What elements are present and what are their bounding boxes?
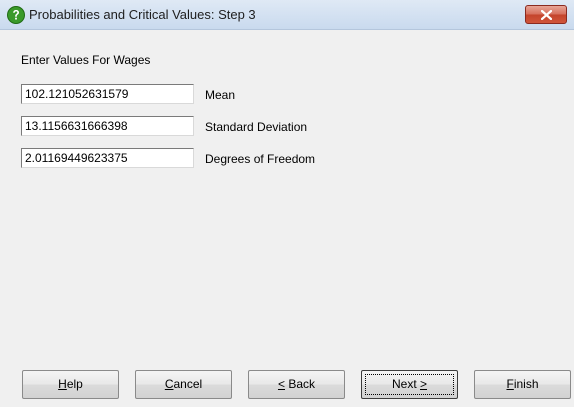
window-title: Probabilities and Critical Values: Step …	[29, 7, 256, 22]
instruction-heading: Enter Values For Wages	[21, 53, 151, 67]
close-icon	[541, 10, 552, 20]
cancel-button[interactable]: Cancel	[135, 370, 232, 399]
close-button[interactable]	[525, 5, 567, 24]
standard-deviation-field[interactable]	[21, 116, 194, 136]
next-button-label: Next >	[391, 377, 428, 391]
mean-label: Mean	[205, 88, 236, 102]
back-button-label: < Back	[277, 377, 316, 391]
help-button[interactable]: Help	[22, 370, 119, 399]
dialog-content: Enter Values For Wages Mean Standard Dev…	[0, 30, 574, 407]
question-icon	[7, 6, 25, 24]
dialog-window: Probabilities and Critical Values: Step …	[0, 0, 574, 407]
standard-deviation-label: Standard Deviation	[205, 120, 308, 134]
back-button[interactable]: < Back	[248, 370, 345, 399]
help-button-label: Help	[58, 377, 83, 391]
degrees-of-freedom-field[interactable]	[21, 148, 194, 168]
next-button[interactable]: Next >	[361, 370, 458, 399]
finish-button-label: Finish	[506, 377, 539, 391]
finish-button[interactable]: Finish	[474, 370, 571, 399]
degrees-of-freedom-label: Degrees of Freedom	[205, 152, 316, 166]
cancel-button-label: Cancel	[164, 377, 203, 391]
mean-field[interactable]	[21, 84, 194, 104]
title-bar[interactable]: Probabilities and Critical Values: Step …	[0, 0, 574, 30]
